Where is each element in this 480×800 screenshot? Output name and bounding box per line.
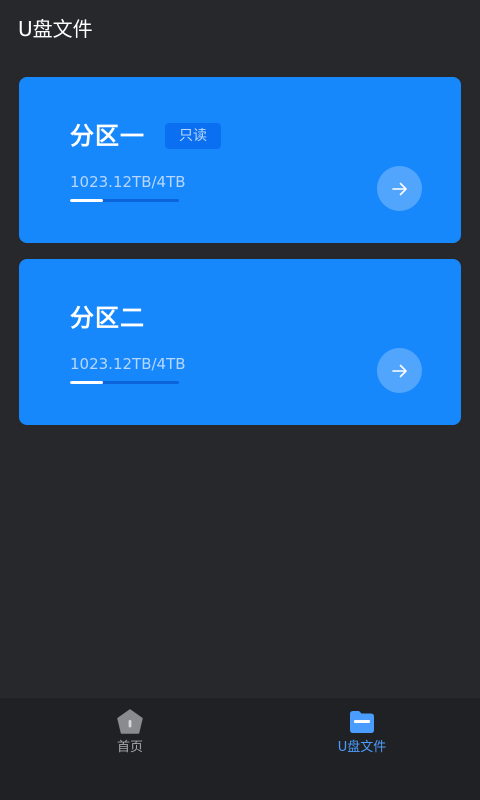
page-title: U盘文件 [18,17,93,41]
bottom-tab-bar: 首页 U盘文件 [0,698,480,800]
app-root: U盘文件 分区一 只读 1023.12TB/4TB 分区二 1023.12TB/… [0,0,480,800]
tab-usb-files[interactable]: U盘文件 [312,708,412,768]
usage-progress-fill [70,199,103,202]
tab-home-label: 首页 [116,740,143,755]
partition-name: 分区二 [70,304,145,332]
open-partition-button[interactable] [377,166,422,211]
partition-card-1[interactable]: 分区一 只读 1023.12TB/4TB [19,77,461,243]
partition-card-2[interactable]: 分区二 1023.12TB/4TB [19,259,461,425]
usage-progress-bar [70,381,179,384]
partition-name: 分区一 [70,122,145,150]
arrow-right-icon [391,182,407,195]
read-only-badge: 只读 [165,123,221,149]
arrow-right-icon [391,364,407,377]
partition-usage: 1023.12TB/4TB [70,173,186,191]
home-icon [116,708,144,736]
usage-progress-fill [70,381,103,384]
folder-icon [348,708,376,736]
open-partition-button[interactable] [377,348,422,393]
partition-usage: 1023.12TB/4TB [70,355,186,373]
usage-progress-bar [70,199,179,202]
tab-usb-files-label: U盘文件 [337,740,387,755]
tab-home[interactable]: 首页 [80,708,180,768]
